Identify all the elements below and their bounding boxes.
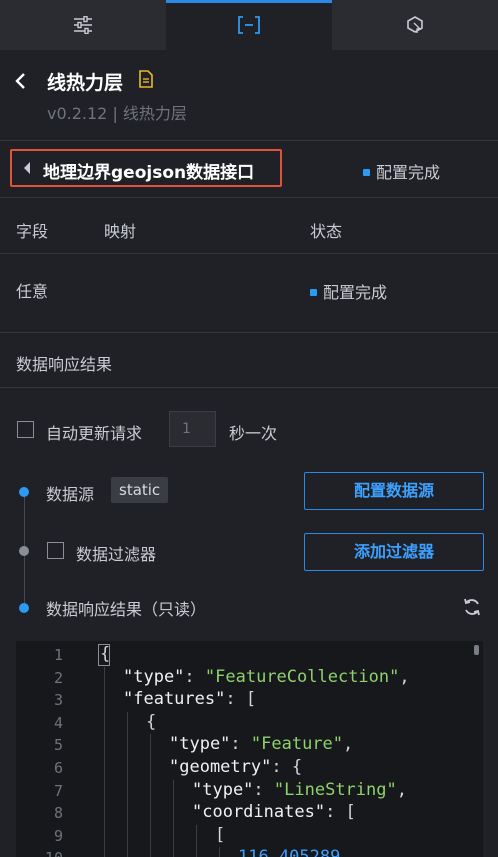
code-token: , xyxy=(343,734,354,755)
version-label: v0.2.12 | 线热力层 xyxy=(47,104,187,123)
column-status: 状态 xyxy=(310,222,343,241)
filter-label: 数据过滤器 xyxy=(76,545,157,564)
line-number: 8 xyxy=(53,804,63,823)
code-token: : xyxy=(253,779,274,800)
config-datasource-button[interactable]: 配置数据源 xyxy=(304,472,484,510)
status-dot xyxy=(310,289,317,296)
line-number: 6 xyxy=(53,759,63,777)
result-section: 数据响应结果 xyxy=(0,333,498,388)
code-line: "type": "FeatureCollection", xyxy=(123,667,410,687)
code-line: "geometry": { xyxy=(169,757,302,777)
indent-guide xyxy=(127,711,128,857)
indent-guide xyxy=(196,824,197,857)
line-number: 4 xyxy=(53,713,63,732)
code-token: "features" xyxy=(123,689,226,710)
line-number: 7 xyxy=(53,781,63,800)
json-code-viewer[interactable]: 1 2 3 4 5 6 7 8 9 10 { "type": "FeatureCollection",… xyxy=(16,641,483,857)
bracket-match-highlight xyxy=(98,644,110,666)
code-token: : [ xyxy=(225,689,257,710)
code-token: : { xyxy=(271,757,303,777)
code-token: [ xyxy=(215,824,226,845)
code-token: "type" xyxy=(123,666,185,687)
interaction-icon xyxy=(407,16,423,33)
result-section-title: 数据响应结果 xyxy=(16,355,113,374)
page-title: 线热力层 xyxy=(47,72,124,94)
step-dot-filter xyxy=(19,546,29,556)
row-status-text: 配置完成 xyxy=(323,283,388,302)
code-token: : [ xyxy=(325,802,356,823)
code-token: { xyxy=(146,711,157,732)
code-token: : xyxy=(184,666,205,687)
code-line: 116.405289 xyxy=(238,847,340,857)
row-status: 配置完成 xyxy=(310,279,387,303)
code-token: , xyxy=(399,666,410,687)
code-line: "coordinates": [ xyxy=(192,802,356,822)
code-token: "Feature" xyxy=(250,734,344,755)
api-status: 配置完成 xyxy=(363,159,440,183)
line-number: 3 xyxy=(53,691,63,710)
code-scrollbar[interactable] xyxy=(474,645,479,655)
back-arrow-icon[interactable] xyxy=(12,70,30,92)
document-icon[interactable] xyxy=(138,70,154,88)
column-field: 字段 xyxy=(16,222,49,241)
interval-input[interactable]: 1 xyxy=(169,411,216,447)
component-header xyxy=(0,50,498,141)
column-mapping: 映射 xyxy=(104,222,137,241)
add-filter-button[interactable]: 添加过滤器 xyxy=(304,533,484,571)
tab-data[interactable] xyxy=(166,0,332,50)
bracket-select-icon xyxy=(238,16,260,34)
indent-guide xyxy=(150,734,151,857)
interval-unit: 秒一次 xyxy=(229,424,278,443)
panel-tabs xyxy=(0,0,498,50)
code-token: "type" xyxy=(169,734,231,755)
status-dot xyxy=(363,169,370,176)
sliders-icon xyxy=(74,16,92,34)
indent-guide xyxy=(173,779,174,857)
code-token: "coordinates" xyxy=(192,802,326,823)
code-line: [ xyxy=(215,825,225,845)
chevron-left-icon xyxy=(24,162,30,174)
code-token: "type" xyxy=(192,779,254,800)
line-number: 5 xyxy=(53,736,63,755)
code-token: , xyxy=(396,779,407,800)
code-token: "FeatureCollection" xyxy=(204,666,400,687)
row-field: 任意 xyxy=(16,282,49,301)
code-token: "LineString" xyxy=(273,779,397,800)
step-dot-response xyxy=(19,603,29,613)
line-number: 10 xyxy=(16,849,63,857)
line-number: 9 xyxy=(53,826,63,845)
datasource-label: 数据源 xyxy=(46,485,95,504)
tab-style[interactable] xyxy=(0,0,166,50)
tab-interaction[interactable] xyxy=(332,0,498,50)
auto-update-checkbox[interactable] xyxy=(17,421,34,438)
code-line: "type": "LineString", xyxy=(192,780,407,800)
api-status-text: 配置完成 xyxy=(376,163,441,182)
code-line: "features": [ xyxy=(123,689,256,709)
refresh-icon[interactable] xyxy=(462,597,482,617)
auto-update-label: 自动更新请求 xyxy=(46,424,143,443)
code-token: 116.405289 xyxy=(238,847,340,857)
table-row xyxy=(0,254,498,333)
response-label: 数据响应结果（只读） xyxy=(46,600,207,619)
indent-guide xyxy=(104,666,105,857)
datasource-type-badge: static xyxy=(111,477,169,503)
filter-checkbox[interactable] xyxy=(47,542,64,559)
code-line: "type": "Feature", xyxy=(169,734,353,754)
indent-guide xyxy=(219,847,220,857)
api-name: 地理边界geojson数据接口 xyxy=(43,163,255,183)
code-token: : xyxy=(230,734,251,755)
line-number: 1 xyxy=(53,646,63,664)
step-dot-datasource xyxy=(19,487,29,497)
line-number: 2 xyxy=(53,668,63,687)
code-line: { xyxy=(146,712,156,732)
code-token: "geometry" xyxy=(169,757,272,777)
field-table-header xyxy=(0,198,498,254)
